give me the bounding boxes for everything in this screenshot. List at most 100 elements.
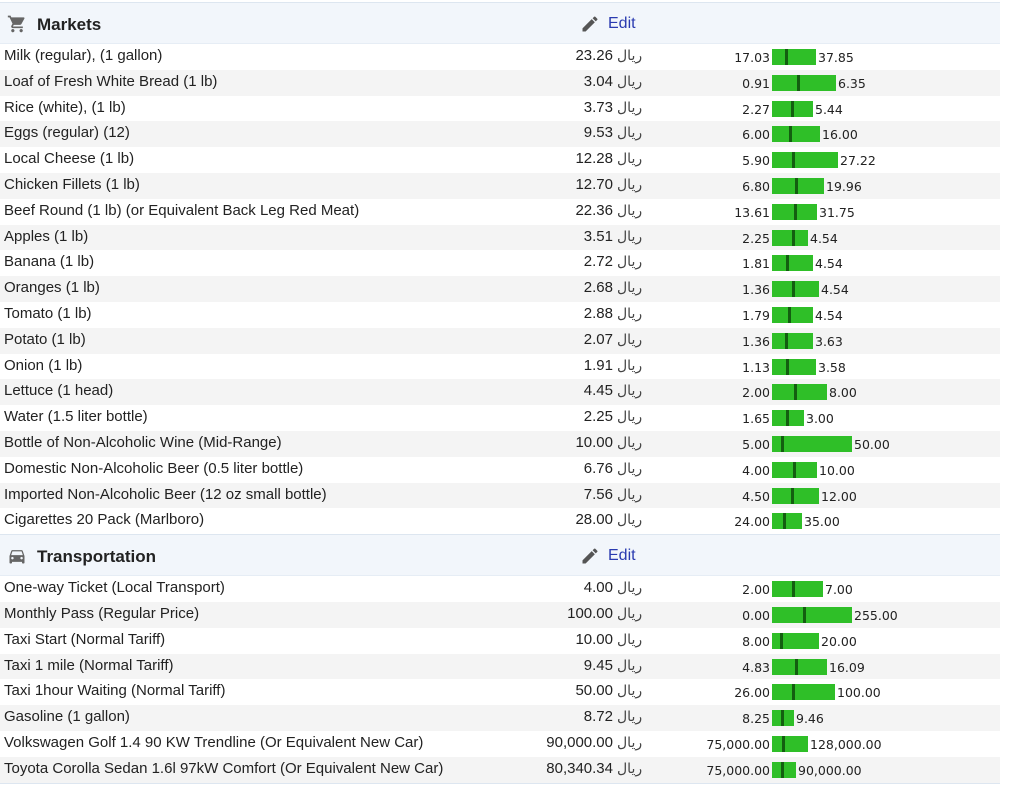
item-price: 2.68 xyxy=(583,279,613,297)
pencil-icon xyxy=(582,16,598,32)
currency-label: ريال xyxy=(617,254,643,271)
item-price: 3.04 xyxy=(583,72,613,90)
table-row: Gasoline (1 gallon) 8.72 ريال 8.25 9.46 xyxy=(0,705,1000,731)
range-bar xyxy=(772,761,796,778)
table-row: Lettuce (1 head) 4.45 ريال 2.00 8.00 xyxy=(0,379,1000,406)
range-high: 8.00 xyxy=(829,385,857,401)
item-price: 4.00 xyxy=(583,579,613,597)
range-high: 3.58 xyxy=(818,359,846,375)
range-bar xyxy=(772,581,823,598)
currency-label: ريال xyxy=(617,99,643,116)
item-price: 3.73 xyxy=(583,98,613,116)
range-low: 1.65 xyxy=(742,411,770,427)
currency-label: ريال xyxy=(617,683,643,700)
range-bar-marker xyxy=(788,306,791,323)
range-high: 3.00 xyxy=(806,411,834,427)
table-row: Cigarettes 20 Pack (Marlboro) 28.00 ريال… xyxy=(0,508,1000,534)
table-row: Potato (1 lb) 2.07 ريال 1.36 3.63 xyxy=(0,327,1000,354)
table-row: Taxi 1 mile (Normal Tariff) 9.45 ريال 4.… xyxy=(0,653,1000,680)
range-bar-marker xyxy=(791,487,794,504)
table-row: Eggs (regular) (12) 9.53 ريال 6.00 16.00 xyxy=(0,121,1000,148)
table-row: Beef Round (1 lb) (or Equivalent Back Le… xyxy=(0,199,1000,225)
range-bar xyxy=(772,435,852,452)
item-price: 80,340.34 xyxy=(546,759,613,777)
item-price: 2.72 xyxy=(583,253,613,271)
range-low: 0.91 xyxy=(742,75,770,91)
range-bar-marker xyxy=(786,410,789,427)
range-low: 24.00 xyxy=(734,514,770,530)
edit-button[interactable]: Edit xyxy=(580,545,636,567)
range-bar xyxy=(772,384,827,401)
range-bar-marker xyxy=(785,49,788,65)
range-bar xyxy=(772,606,852,623)
currency-label: ريال xyxy=(617,709,643,726)
range-high: 5.44 xyxy=(815,101,843,117)
edit-button[interactable]: Edit xyxy=(580,13,636,35)
table-row: Apples (1 lb) 3.51 ريال 2.25 4.54 xyxy=(0,224,1000,251)
car-icon xyxy=(9,550,25,564)
range-low: 1.36 xyxy=(742,333,770,349)
item-name: Taxi 1hour Waiting (Normal Tariff) xyxy=(4,682,226,700)
range-low: 1.13 xyxy=(742,359,770,375)
range-high: 100.00 xyxy=(837,685,881,701)
range-low: 6.80 xyxy=(742,178,770,194)
item-name: Oranges (1 lb) xyxy=(4,279,100,297)
table-row: Banana (1 lb) 2.72 ريال 1.81 4.54 xyxy=(0,250,1000,276)
edit-label: Edit xyxy=(608,15,636,32)
range-bar xyxy=(772,255,813,272)
item-name: Local Cheese (1 lb) xyxy=(4,150,135,168)
item-name: Toyota Corolla Sedan 1.6l 97kW Comfort (… xyxy=(4,759,444,777)
currency-label: ريال xyxy=(617,409,643,426)
range-bar xyxy=(772,100,813,117)
range-high: 90,000.00 xyxy=(798,762,862,778)
item-name: Domestic Non-Alcoholic Beer (0.5 liter b… xyxy=(4,459,304,477)
item-price: 9.45 xyxy=(583,656,613,674)
item-price: 28.00 xyxy=(575,511,613,529)
range-bar-marker xyxy=(794,203,797,220)
range-low: 5.90 xyxy=(742,153,770,169)
range-bar xyxy=(772,177,824,194)
currency-label: ريال xyxy=(617,580,643,597)
section-header: Transportation Edit xyxy=(0,534,1000,577)
item-name: Imported Non-Alcoholic Beer (12 oz small… xyxy=(4,485,327,503)
range-bar xyxy=(772,332,813,349)
currency-label: ريال xyxy=(617,357,643,374)
range-bar xyxy=(772,203,817,220)
range-bar xyxy=(772,487,819,504)
range-high: 7.00 xyxy=(825,582,853,598)
range-low: 2.27 xyxy=(742,101,770,117)
currency-label: ريال xyxy=(617,125,643,142)
range-bar-marker xyxy=(792,581,795,598)
range-bar xyxy=(772,358,816,375)
range-high: 20.00 xyxy=(821,633,857,649)
section-header: Markets Edit xyxy=(0,2,1000,44)
range-high: 27.22 xyxy=(840,153,876,169)
item-name: Tomato (1 lb) xyxy=(4,304,92,322)
range-low: 2.00 xyxy=(742,385,770,401)
table-row: Chicken Fillets (1 lb) 12.70 ريال 6.80 1… xyxy=(0,172,1000,199)
currency-label: ريال xyxy=(617,383,643,400)
range-low: 0.00 xyxy=(742,607,770,623)
item-price: 8.72 xyxy=(583,708,613,726)
range-bar xyxy=(772,658,827,675)
table-row: Domestic Non-Alcoholic Beer (0.5 liter b… xyxy=(0,457,1000,483)
range-low: 5.00 xyxy=(742,436,770,452)
item-price: 100.00 xyxy=(567,604,613,622)
currency-label: ريال xyxy=(617,280,643,297)
range-high: 4.54 xyxy=(810,230,838,246)
range-bar xyxy=(772,152,838,169)
item-price: 23.26 xyxy=(575,47,613,64)
range-low: 1.36 xyxy=(742,282,770,298)
range-low: 8.25 xyxy=(742,711,770,727)
section-rows: One-way Ticket (Local Transport) 4.00 ري… xyxy=(0,576,1000,783)
range-bar xyxy=(772,632,819,649)
range-bar xyxy=(772,410,804,427)
currency-label: ريال xyxy=(617,657,643,674)
item-name: Cigarettes 20 Pack (Marlboro) xyxy=(4,511,205,529)
section-rows: Milk (regular), (1 gallon) 23.26 ريال 17… xyxy=(0,44,1000,534)
item-name: Rice (white), (1 lb) xyxy=(4,98,126,116)
item-price: 7.56 xyxy=(583,485,613,503)
range-bar xyxy=(772,306,813,323)
currency-label: ريال xyxy=(617,760,643,777)
range-high: 128,000.00 xyxy=(810,736,882,752)
